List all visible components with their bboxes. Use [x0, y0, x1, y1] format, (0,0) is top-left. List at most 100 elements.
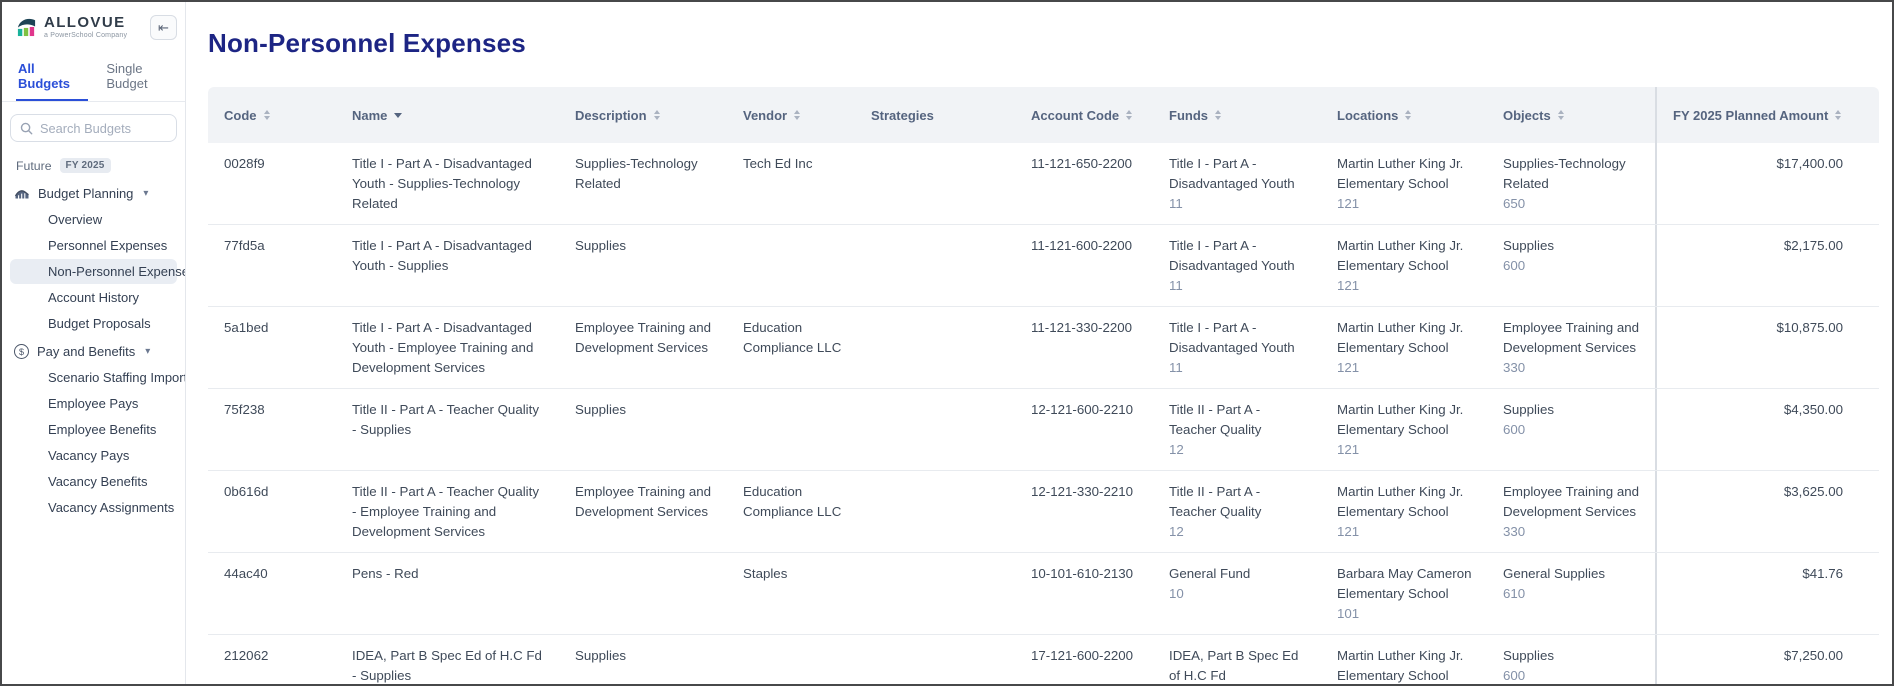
- cell-strategies: [855, 553, 1015, 634]
- cell-name: Title II - Part A - Teacher Quality - Em…: [336, 471, 559, 552]
- cell-vendor: Tech Ed Inc: [727, 143, 855, 224]
- cell-funds: Title I - Part A - Disadvantaged Youth 1…: [1153, 225, 1321, 306]
- objects-code: 610: [1503, 584, 1643, 604]
- funds-label: Title I - Part A - Disadvantaged Youth: [1169, 236, 1309, 276]
- sidebar-item-vacancy-pays[interactable]: Vacancy Pays: [10, 443, 177, 468]
- cell-funds: Title II - Part A - Teacher Quality 12: [1153, 471, 1321, 552]
- sidebar-nav: Budget Planning ▾ OverviewPersonnel Expe…: [2, 179, 185, 520]
- cell-vendor: Staples: [727, 553, 855, 634]
- funds-label: IDEA, Part B Spec Ed of H.C Fd: [1169, 646, 1309, 684]
- table-row[interactable]: 77fd5a Title I - Part A - Disadvantaged …: [208, 225, 1879, 307]
- cell-locations: Martin Luther King Jr. Elementary School…: [1321, 635, 1487, 684]
- tab-all-budgets[interactable]: All Budgets: [16, 54, 88, 101]
- caret-down-icon: ▾: [145, 346, 150, 357]
- cell-code: 77fd5a: [208, 225, 336, 306]
- cell-vendor: [727, 225, 855, 306]
- sort-icon: [1126, 110, 1132, 120]
- sidebar-item-vacancy-assignments[interactable]: Vacancy Assignments: [10, 495, 177, 520]
- sidebar-item-vacancy-benefits[interactable]: Vacancy Benefits: [10, 469, 177, 494]
- sort-icon: [794, 110, 800, 120]
- sidebar-item-budget-proposals[interactable]: Budget Proposals: [10, 311, 177, 336]
- column-label: Locations: [1337, 108, 1398, 123]
- tab-single-budget[interactable]: Single Budget: [104, 54, 185, 101]
- objects-code: 600: [1503, 666, 1643, 684]
- search-icon: [20, 122, 33, 135]
- cell-funds: IDEA, Part B Spec Ed of H.C Fd 17: [1153, 635, 1321, 684]
- column-label: Name: [352, 108, 387, 123]
- sort-icon: [394, 113, 402, 118]
- objects-label: Employee Training and Development Servic…: [1503, 482, 1643, 522]
- cell-name: Title I - Part A - Disadvantaged Youth -…: [336, 225, 559, 306]
- sidebar-item-personnel-expenses[interactable]: Personnel Expenses: [10, 233, 177, 258]
- locations-code: 121: [1337, 276, 1475, 296]
- table-row[interactable]: 5a1bed Title I - Part A - Disadvantaged …: [208, 307, 1879, 389]
- objects-label: Employee Training and Development Servic…: [1503, 318, 1643, 358]
- column-label: Objects: [1503, 108, 1551, 123]
- cell-account-code: 12-121-330-2210: [1015, 471, 1153, 552]
- collapse-sidebar-button[interactable]: ⇤: [150, 15, 177, 40]
- nav-group-pay-and-benefits[interactable]: $ Pay and Benefits ▾: [2, 338, 185, 365]
- column-header-objects[interactable]: Objects: [1487, 87, 1655, 143]
- sort-icon: [1835, 110, 1841, 120]
- cell-name: IDEA, Part B Spec Ed of H.C Fd - Supplie…: [336, 635, 559, 684]
- cell-vendor: Education Compliance LLC: [727, 307, 855, 388]
- table-row[interactable]: 212062 IDEA, Part B Spec Ed of H.C Fd - …: [208, 635, 1879, 684]
- sort-icon: [1405, 110, 1411, 120]
- sidebar-item-employee-benefits[interactable]: Employee Benefits: [10, 417, 177, 442]
- table-row[interactable]: 75f238 Title II - Part A - Teacher Quali…: [208, 389, 1879, 471]
- cell-code: 212062: [208, 635, 336, 684]
- locations-label: Barbara May Cameron Elementary School: [1337, 564, 1475, 604]
- locations-code: 101: [1337, 604, 1475, 624]
- objects-label: General Supplies: [1503, 564, 1643, 584]
- column-header-funds[interactable]: Funds: [1153, 87, 1321, 143]
- future-label: Future: [16, 159, 52, 173]
- cell-planned-amount: $7,250.00: [1655, 635, 1879, 684]
- nav-group-budget-planning[interactable]: Budget Planning ▾: [2, 179, 185, 207]
- column-header-description[interactable]: Description: [559, 87, 727, 143]
- budgets-tabs: All Budgets Single Budget: [2, 54, 185, 102]
- objects-code: 330: [1503, 358, 1643, 378]
- column-header-name[interactable]: Name: [336, 87, 559, 143]
- column-header-account-code[interactable]: Account Code: [1015, 87, 1153, 143]
- objects-label: Supplies: [1503, 646, 1643, 666]
- sidebar-item-overview[interactable]: Overview: [10, 207, 177, 232]
- cell-objects: Supplies 600: [1487, 225, 1655, 306]
- sidebar-item-non-personnel-expenses[interactable]: Non-Personnel Expenses: [10, 259, 177, 284]
- sidebar-item-scenario-staffing-import[interactable]: Scenario Staffing Import: [10, 365, 177, 390]
- funds-label: Title II - Part A - Teacher Quality: [1169, 482, 1309, 522]
- column-header-strategies: Strategies: [855, 87, 1015, 143]
- column-header-locations[interactable]: Locations: [1321, 87, 1487, 143]
- locations-label: Martin Luther King Jr. Elementary School: [1337, 318, 1475, 358]
- column-header-vendor[interactable]: Vendor: [727, 87, 855, 143]
- column-header-code[interactable]: Code: [208, 87, 336, 143]
- funds-code: 11: [1169, 358, 1309, 378]
- table-row[interactable]: 0028f9 Title I - Part A - Disadvantaged …: [208, 143, 1879, 225]
- cell-description: [559, 553, 727, 634]
- expenses-table: Code Name Description Vendor Strategies …: [208, 87, 1879, 684]
- cell-description: Employee Training and Development Servic…: [559, 307, 727, 388]
- cell-account-code: 11-121-600-2200: [1015, 225, 1153, 306]
- table-row[interactable]: 0b616d Title II - Part A - Teacher Quali…: [208, 471, 1879, 553]
- column-header-fy-2025-planned-amount[interactable]: FY 2025 Planned Amount: [1655, 87, 1879, 143]
- column-label: Code: [224, 108, 257, 123]
- sidebar-item-employee-pays[interactable]: Employee Pays: [10, 391, 177, 416]
- locations-label: Martin Luther King Jr. Elementary School: [1337, 646, 1475, 684]
- locations-label: Martin Luther King Jr. Elementary School: [1337, 400, 1475, 440]
- table-row[interactable]: 44ac40 Pens - Red Staples 10-101-610-213…: [208, 553, 1879, 635]
- sidebar: ALLOVUE a PowerSchool Company ⇤ All Budg…: [2, 2, 186, 684]
- cell-name: Title I - Part A - Disadvantaged Youth -…: [336, 307, 559, 388]
- dollar-icon: $: [14, 344, 29, 359]
- sidebar-item-account-history[interactable]: Account History: [10, 285, 177, 310]
- locations-label: Martin Luther King Jr. Elementary School: [1337, 154, 1475, 194]
- cell-funds: Title II - Part A - Teacher Quality 12: [1153, 389, 1321, 470]
- objects-label: Supplies-Technology Related: [1503, 154, 1643, 194]
- cell-account-code: 12-121-600-2210: [1015, 389, 1153, 470]
- cell-strategies: [855, 471, 1015, 552]
- nav-items-budget-planning: OverviewPersonnel ExpensesNon-Personnel …: [2, 207, 185, 336]
- cell-vendor: [727, 389, 855, 470]
- page-title: Non-Personnel Expenses: [208, 28, 1892, 59]
- cell-strategies: [855, 143, 1015, 224]
- cell-strategies: [855, 225, 1015, 306]
- search-budgets-input[interactable]: [40, 121, 167, 136]
- cell-planned-amount: $3,625.00: [1655, 471, 1879, 552]
